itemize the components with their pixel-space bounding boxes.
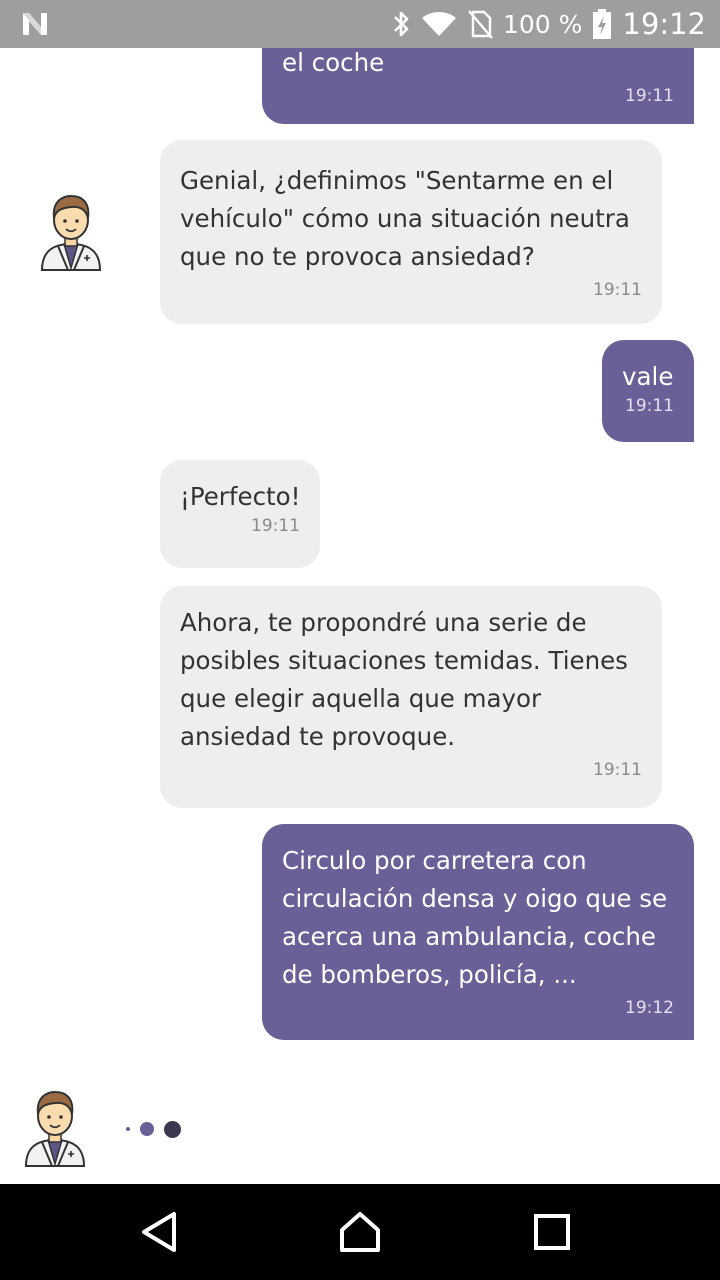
message-time: 19:11 (251, 516, 300, 536)
message-incoming: Genial, ¿definimos "Sentarme en el vehíc… (160, 140, 662, 324)
message-text: Ahora, te propondré una serie de posible… (180, 608, 628, 751)
message-time: 19:11 (625, 396, 674, 416)
typing-indicator (126, 1114, 181, 1144)
status-time: 19:12 (622, 7, 706, 41)
message-time: 19:11 (593, 280, 642, 300)
typing-dot (140, 1122, 154, 1136)
chat-area[interactable]: el coche 19:11 Genial, ¿definimos "Senta… (0, 48, 720, 1184)
back-icon[interactable] (136, 1208, 184, 1256)
doctor-avatar (24, 1090, 86, 1167)
message-outgoing: el coche 19:11 (262, 48, 694, 124)
bluetooth-icon (394, 11, 409, 37)
typing-dot (126, 1127, 130, 1131)
typing-dot (164, 1120, 181, 1138)
recents-icon[interactable] (528, 1208, 576, 1256)
no-sim-icon (468, 10, 493, 39)
message-text: el coche (282, 48, 385, 77)
message-outgoing: vale 19:11 (602, 340, 694, 442)
doctor-avatar (40, 194, 102, 271)
message-time: 19:11 (625, 86, 674, 106)
message-incoming: Ahora, te propondré una serie de posible… (160, 586, 662, 808)
status-bar: 100 % 19:12 (0, 0, 720, 48)
home-icon[interactable] (336, 1208, 384, 1256)
message-incoming: ¡Perfecto! 19:11 (160, 460, 320, 568)
message-text: ¡Perfecto! (180, 482, 301, 511)
message-time: 19:11 (593, 760, 642, 780)
battery-charging-icon (593, 9, 612, 39)
message-text: Genial, ¿definimos "Sentarme en el vehíc… (180, 166, 630, 271)
message-outgoing: Circulo por carretera con circulación de… (262, 824, 694, 1040)
battery-percent: 100 % (503, 9, 583, 39)
notification-n-icon (23, 13, 47, 35)
message-text: vale (622, 362, 674, 391)
navigation-bar (0, 1184, 720, 1280)
message-time: 19:12 (625, 998, 674, 1018)
wifi-icon (422, 12, 456, 36)
message-text: Circulo por carretera con circulación de… (282, 846, 668, 989)
